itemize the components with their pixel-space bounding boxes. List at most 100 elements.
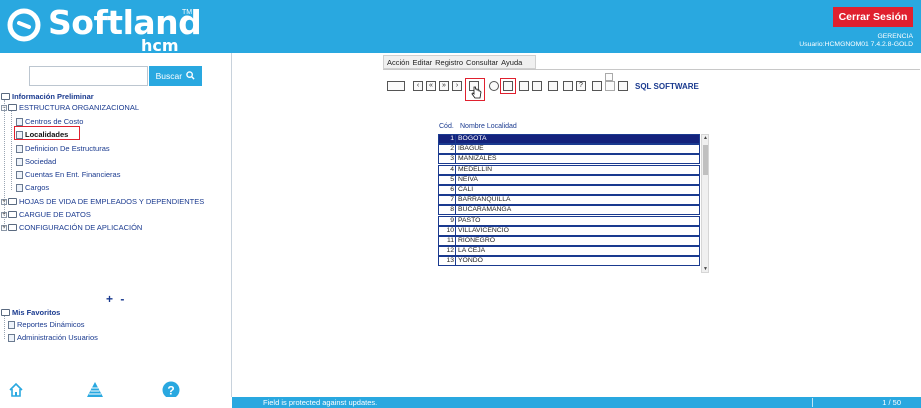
cell-nombre[interactable]: MEDELLIN	[455, 164, 700, 175]
table-row[interactable]: 9 PASTO	[438, 215, 700, 226]
menu-accion[interactable]: Acción	[387, 58, 410, 67]
exit-icon[interactable]	[532, 81, 542, 91]
first-icon[interactable]: «	[426, 81, 436, 91]
menu-consultar[interactable]: Consultar	[466, 58, 498, 67]
cell-cod[interactable]: 1	[438, 134, 455, 144]
favorite-item-administracion[interactable]: Administración Usuarios	[8, 333, 98, 342]
status-separator	[812, 398, 813, 407]
tree-item-sociedad[interactable]: Sociedad	[16, 157, 56, 166]
tree-item-definicion-estructuras[interactable]: Definicion De Estructuras	[16, 144, 110, 153]
cell-nombre[interactable]: CALI	[455, 184, 700, 195]
menu-ayuda[interactable]: Ayuda	[501, 58, 522, 67]
hand-cursor-icon	[471, 86, 482, 99]
tree-item-cuentas[interactable]: Cuentas En Ent. Financieras	[16, 170, 120, 179]
collapse-icon[interactable]: −	[1, 104, 7, 111]
favorite-item-reportes[interactable]: Reportes Dinámicos	[8, 320, 85, 329]
cell-cod[interactable]: 2	[438, 144, 455, 155]
cell-nombre[interactable]: PASTO	[455, 215, 700, 226]
remove-record-icon[interactable]	[618, 81, 628, 91]
tree-group-configuracion[interactable]: + CONFIGURACIÓN DE APLICACIÓN	[1, 223, 142, 232]
tree-group-label: CONFIGURACIÓN DE APLICACIÓN	[19, 223, 143, 232]
pyramid-icon[interactable]	[86, 381, 104, 398]
cell-cod[interactable]: 4	[438, 164, 455, 175]
favorites-header[interactable]: Mis Favoritos	[1, 308, 60, 317]
print-icon[interactable]	[563, 81, 573, 91]
table-row[interactable]: 1 BOGOTA	[438, 134, 700, 144]
tree-item-centros-de-costo[interactable]: Centros de Costo	[16, 117, 83, 126]
table-row[interactable]: 8 BUCARAMANGA	[438, 205, 700, 216]
tree-root[interactable]: Información Preliminar	[1, 92, 94, 101]
expand-icon[interactable]: +	[1, 211, 7, 218]
cell-nombre[interactable]: MANIZALES	[455, 154, 700, 165]
cell-nombre[interactable]: YONDO	[455, 256, 700, 267]
collapse-all-button[interactable]: -	[120, 292, 124, 306]
grid-icon[interactable]	[548, 81, 558, 91]
tree-group-cargue-de-datos[interactable]: + CARGUE DE DATOS	[1, 210, 91, 219]
cell-nombre[interactable]: IBAGUE	[455, 144, 700, 155]
status-message: Field is protected against updates.	[263, 398, 378, 407]
cell-cod[interactable]: 8	[438, 205, 455, 216]
cell-nombre[interactable]: LA CEJA	[455, 246, 700, 257]
table-row[interactable]: 7 BARRANQUILLA	[438, 195, 700, 206]
home-icon[interactable]	[8, 382, 24, 398]
highlight-box	[14, 126, 80, 140]
logout-button[interactable]: Cerrar Sesión	[833, 7, 913, 27]
table-row[interactable]: 12 LA CEJA	[438, 246, 700, 257]
tree-guide	[11, 110, 12, 190]
table-row[interactable]: 3 MANIZALES	[438, 154, 700, 165]
cell-cod[interactable]: 10	[438, 225, 455, 236]
add-record-icon[interactable]	[592, 81, 602, 91]
scroll-thumb[interactable]	[703, 145, 708, 175]
search-input[interactable]	[29, 66, 148, 86]
table-row[interactable]: 11 RIONEGRO	[438, 235, 700, 246]
delete-icon[interactable]	[519, 81, 529, 91]
scroll-down-icon[interactable]: ▼	[703, 266, 708, 272]
favorites-title: Mis Favoritos	[12, 308, 61, 317]
cell-nombre[interactable]: BOGOTA	[455, 134, 700, 144]
column-header-cod: Cód.	[439, 123, 454, 130]
cell-cod[interactable]: 9	[438, 215, 455, 226]
tree-guide	[4, 315, 5, 339]
cell-cod[interactable]: 5	[438, 174, 455, 185]
company-name: GERENCIA	[877, 33, 913, 40]
tree-group-hojas-de-vida[interactable]: + HOJAS DE VIDA DE EMPLEADOS Y DEPENDIEN…	[1, 197, 204, 206]
table-row[interactable]: 5 NEIVA	[438, 174, 700, 185]
disabled-icon	[605, 73, 613, 81]
cell-cod[interactable]: 12	[438, 246, 455, 257]
app-icon[interactable]	[387, 81, 405, 91]
menu-editar[interactable]: Editar	[413, 58, 433, 67]
document-icon	[16, 183, 23, 192]
menu-registro[interactable]: Registro	[435, 58, 463, 67]
cell-nombre[interactable]: NEIVA	[455, 174, 700, 185]
expand-icon[interactable]: +	[1, 224, 7, 231]
scroll-up-icon[interactable]: ▲	[703, 135, 708, 141]
search-button[interactable]: Buscar	[149, 66, 202, 86]
previous-icon[interactable]: ‹	[413, 81, 423, 91]
table-row[interactable]: 4 MEDELLIN	[438, 164, 700, 175]
document-icon	[16, 117, 23, 126]
embedded-app: Acción Editar Registro Consultar Ayuda ‹…	[383, 55, 920, 101]
cell-cod[interactable]: 7	[438, 195, 455, 206]
expand-all-button[interactable]: +	[106, 292, 113, 306]
last-icon[interactable]: »	[439, 81, 449, 91]
table-scrollbar[interactable]: ▲ ▼	[701, 134, 709, 273]
circle-icon[interactable]	[489, 81, 499, 91]
next-icon[interactable]: ›	[452, 81, 462, 91]
cell-cod[interactable]: 6	[438, 184, 455, 195]
table-row[interactable]: 6 CALI	[438, 184, 700, 195]
help-doc-icon[interactable]: ?	[576, 81, 586, 91]
cell-cod[interactable]: 11	[438, 235, 455, 246]
cell-nombre[interactable]: BUCARAMANGA	[455, 205, 700, 216]
tree-group-label: ESTRUCTURA ORGANIZACIONAL	[19, 103, 140, 112]
table-row[interactable]: 2 IBAGUE	[438, 144, 700, 155]
expand-icon[interactable]: +	[1, 198, 7, 205]
cell-nombre[interactable]: BARRANQUILLA	[455, 195, 700, 206]
table-row[interactable]: 10 VILLAVICENCIO	[438, 225, 700, 236]
cell-nombre[interactable]: RIONEGRO	[455, 235, 700, 246]
cell-cod[interactable]: 13	[438, 256, 455, 267]
table-row[interactable]: 13 YONDO	[438, 256, 700, 267]
cell-cod[interactable]: 3	[438, 154, 455, 165]
cell-nombre[interactable]: VILLAVICENCIO	[455, 225, 700, 236]
tree-group-estructura[interactable]: − ESTRUCTURA ORGANIZACIONAL	[1, 103, 139, 112]
tree-item-cargos[interactable]: Cargos	[16, 183, 49, 192]
